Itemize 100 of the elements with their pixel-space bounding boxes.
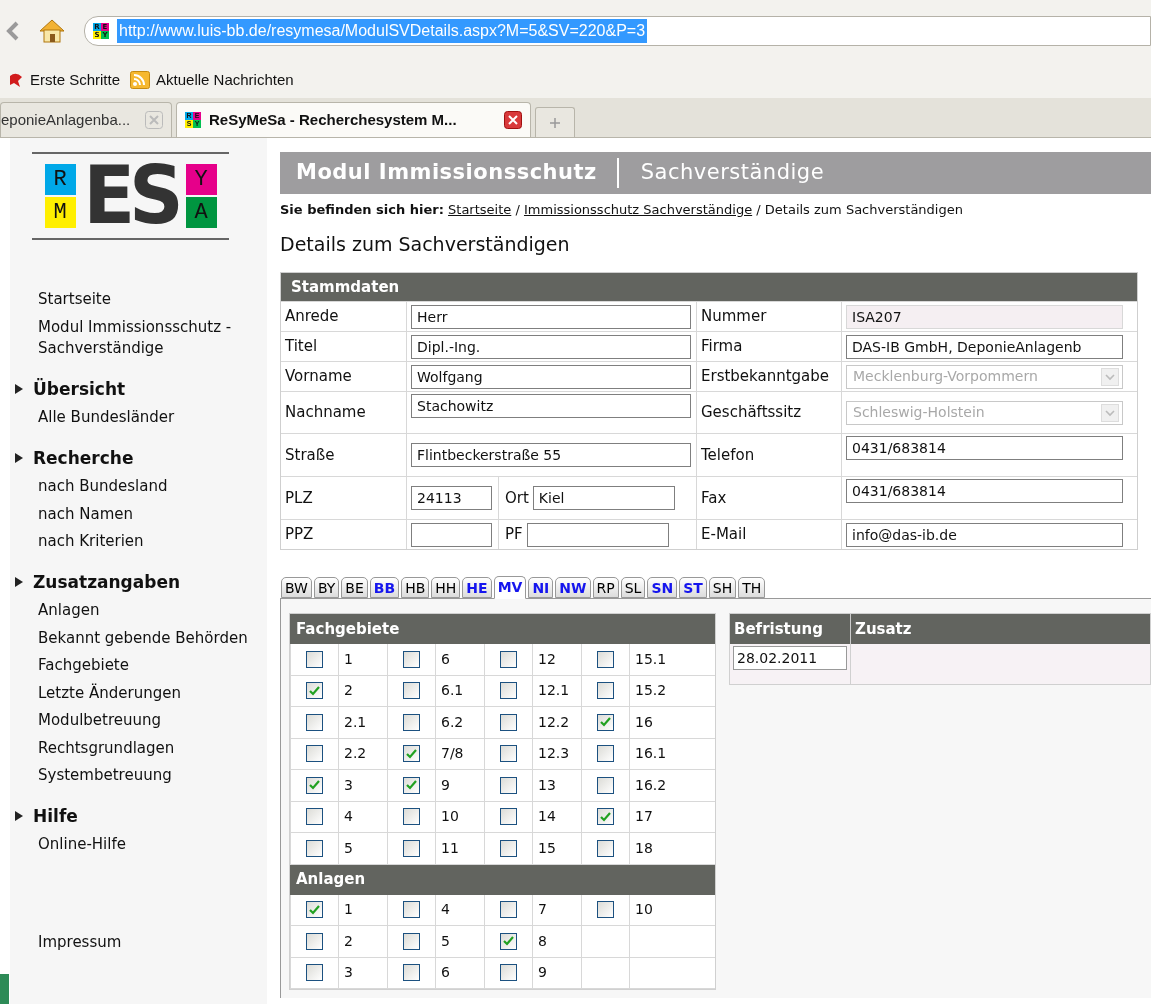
- checkbox[interactable]: [306, 964, 323, 982]
- text-field[interactable]: Flintbeckerstraße 55: [411, 443, 691, 467]
- checkbox[interactable]: [403, 901, 420, 919]
- checkbox[interactable]: [403, 839, 420, 857]
- sidebar-link[interactable]: Anlagen: [38, 597, 267, 625]
- text-field[interactable]: [411, 522, 492, 547]
- sidebar-link[interactable]: Rechtsgrundlagen: [38, 734, 267, 762]
- sidebar-link[interactable]: Startseite: [38, 286, 267, 314]
- state-tab[interactable]: SN: [647, 577, 678, 598]
- checkbox[interactable]: [500, 745, 517, 763]
- text-field[interactable]: ISA207: [846, 304, 1123, 329]
- text-field[interactable]: Wolfgang: [411, 364, 691, 389]
- text-field[interactable]: 0431/683814: [846, 436, 1123, 460]
- checkbox[interactable]: [500, 713, 517, 731]
- state-tab[interactable]: SH: [708, 577, 737, 598]
- url-text: http://www.luis-bb.de/resymesa/ModulSVDetails.aspx?M=5&SV=220&P=3: [117, 19, 648, 43]
- sidebar-heading[interactable]: Recherche: [33, 445, 134, 471]
- text-field[interactable]: Dipl.-Ing.: [411, 334, 691, 359]
- text-field[interactable]: info@das-ib.de: [846, 522, 1123, 547]
- state-tab[interactable]: ST: [679, 577, 707, 598]
- checkbox[interactable]: [306, 932, 323, 950]
- state-tab[interactable]: BY: [313, 577, 340, 598]
- sidebar-link[interactable]: Systembetreuung: [38, 762, 267, 790]
- checkbox[interactable]: [500, 808, 517, 826]
- checkbox[interactable]: [306, 901, 323, 919]
- bookmark[interactable]: Aktuelle Nachrichten: [130, 68, 294, 92]
- sidebar-link[interactable]: Modul Immissionsschutz - Sachverständige: [38, 313, 267, 363]
- checkbox[interactable]: [306, 745, 323, 763]
- sidebar-link[interactable]: nach Kriterien: [38, 528, 267, 556]
- breadcrumb-link[interactable]: Immissionsschutz Sachverständige: [523, 202, 753, 217]
- state-tab[interactable]: NI: [528, 577, 554, 598]
- state-tab[interactable]: BB: [369, 577, 400, 598]
- state-tab[interactable]: NW: [555, 577, 591, 598]
- sidebar-link[interactable]: Letzte Änderungen: [38, 679, 267, 707]
- checkbox[interactable]: [306, 650, 323, 668]
- text-field[interactable]: Stachowitz: [411, 394, 691, 418]
- checkbox-label: 2: [344, 681, 353, 701]
- text-field[interactable]: Kiel: [532, 486, 675, 510]
- text-field[interactable]: DAS-IB GmbH, DeponieAnlagenb: [846, 334, 1123, 359]
- checkbox[interactable]: [500, 776, 517, 794]
- sidebar-link[interactable]: nach Namen: [38, 500, 267, 528]
- checkbox[interactable]: [403, 650, 420, 668]
- sidebar-heading[interactable]: Übersicht: [33, 376, 126, 402]
- checkbox[interactable]: [500, 901, 517, 919]
- sidebar-link[interactable]: nach Bundesland: [38, 473, 267, 501]
- checkbox[interactable]: [403, 745, 420, 763]
- checkbox-label: 2.2: [344, 744, 367, 764]
- checkbox[interactable]: [597, 745, 614, 763]
- checkbox[interactable]: [306, 713, 323, 731]
- checkbox[interactable]: [306, 776, 323, 794]
- state-tab[interactable]: HH: [431, 577, 461, 598]
- sidebar-heading[interactable]: Zusatzangaben: [33, 569, 181, 595]
- checkbox[interactable]: [500, 839, 517, 857]
- checkbox[interactable]: [403, 964, 420, 982]
- state-tab[interactable]: BW: [281, 577, 312, 598]
- checkbox[interactable]: [597, 808, 614, 826]
- checkbox[interactable]: [306, 682, 323, 700]
- checkbox[interactable]: [500, 650, 517, 668]
- home-icon[interactable]: [38, 18, 66, 44]
- state-tab[interactable]: SL: [620, 577, 646, 598]
- bookmark[interactable]: Erste Schritte: [8, 68, 121, 92]
- checkmark-icon: [600, 717, 611, 728]
- checkbox[interactable]: [403, 776, 420, 794]
- state-tab[interactable]: BE: [341, 577, 368, 598]
- checkbox[interactable]: [403, 932, 420, 950]
- sidebar-link[interactable]: Online-Hilfe: [38, 831, 267, 859]
- sidebar-link[interactable]: Fachgebiete: [38, 652, 267, 680]
- checkbox[interactable]: [597, 713, 614, 731]
- checkbox[interactable]: [597, 682, 614, 700]
- date-field[interactable]: 28.02.2011: [733, 646, 847, 670]
- checkbox[interactable]: [306, 808, 323, 826]
- text-field[interactable]: Herr: [411, 304, 691, 329]
- breadcrumb-link[interactable]: Startseite: [448, 202, 512, 217]
- checkbox[interactable]: [597, 650, 614, 668]
- sidebar-link[interactable]: Modulbetreuung: [38, 707, 267, 735]
- checkbox-label: 12.2: [538, 712, 570, 732]
- state-tab[interactable]: TH: [738, 577, 766, 598]
- checkbox[interactable]: [500, 964, 517, 982]
- text-field[interactable]: [526, 522, 669, 547]
- checkbox[interactable]: [597, 839, 614, 857]
- state-tab[interactable]: HE: [462, 577, 492, 598]
- sidebar-link[interactable]: Impressum: [38, 928, 267, 956]
- sidebar-link[interactable]: Bekannt gebende Behörden: [38, 624, 267, 652]
- text-field[interactable]: 24113: [411, 486, 492, 510]
- state-tab[interactable]: HB: [401, 577, 430, 598]
- text-field[interactable]: 0431/683814: [846, 479, 1123, 503]
- checkbox[interactable]: [500, 932, 517, 950]
- checkbox[interactable]: [597, 776, 614, 794]
- sidebar-heading[interactable]: Hilfe: [33, 803, 78, 829]
- close-icon[interactable]: [504, 111, 522, 129]
- checkbox[interactable]: [597, 901, 614, 919]
- checkbox[interactable]: [500, 682, 517, 700]
- checkbox[interactable]: [306, 839, 323, 857]
- state-tab[interactable]: RP: [592, 577, 619, 598]
- sidebar-link[interactable]: Alle Bundesländer: [38, 404, 267, 432]
- checkbox[interactable]: [403, 713, 420, 731]
- checkbox[interactable]: [403, 808, 420, 826]
- checkbox[interactable]: [403, 682, 420, 700]
- state-tab[interactable]: MV: [493, 576, 527, 599]
- browser-tab[interactable]: eponieAnlagenba...: [0, 102, 172, 137]
